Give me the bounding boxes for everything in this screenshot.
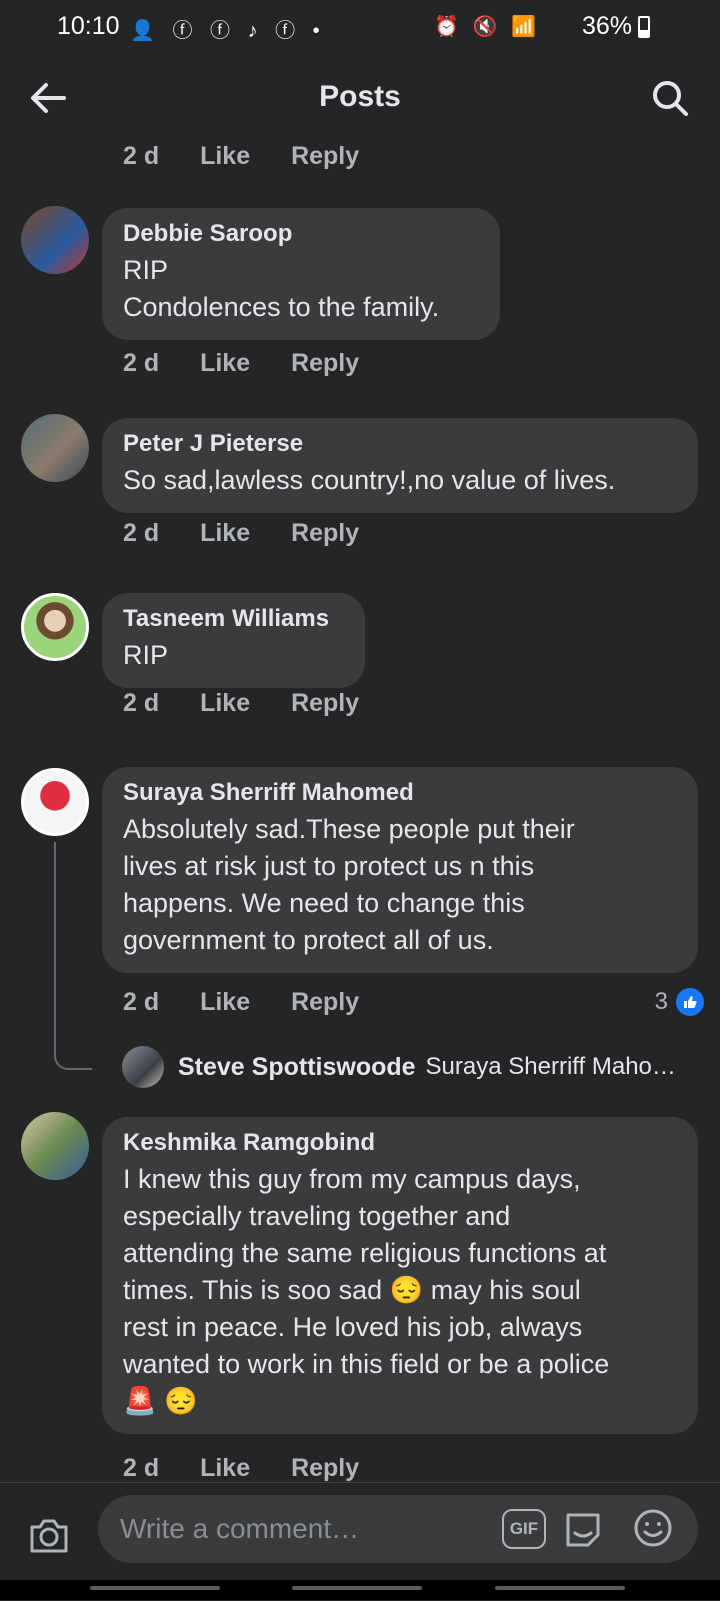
- reply-snippet: Suraya Sherriff Maho…: [425, 1053, 676, 1080]
- comment-text: RIP Condolences to the family.: [123, 255, 440, 322]
- reaction-summary[interactable]: 3: [655, 986, 706, 1018]
- avatar[interactable]: [21, 414, 89, 482]
- comment-text: I knew this guy from my campus days, esp…: [123, 1164, 610, 1416]
- comment-age: 2 d: [123, 689, 160, 717]
- avatar[interactable]: [21, 1112, 89, 1180]
- avatar[interactable]: [21, 768, 89, 836]
- comment-author[interactable]: Peter J Pieterse: [123, 430, 678, 458]
- comment-input[interactable]: Write a comment… GIF: [98, 1495, 698, 1563]
- comment-meta: 2 d Like Reply: [123, 988, 393, 1017]
- comment-bubble: Peter J Pieterse So sad,lawless country!…: [102, 418, 698, 513]
- like-button[interactable]: Like: [200, 988, 250, 1016]
- reply-button[interactable]: Reply: [291, 689, 359, 717]
- battery-percent: 36%: [581, 12, 632, 40]
- comment-meta: 2 d Like Reply: [123, 1454, 393, 1482]
- comment-meta: 2 d Like Reply: [123, 689, 393, 718]
- avatar[interactable]: [21, 593, 89, 661]
- notification-icons: 👤 ⓕ ⓕ ♪ ⓕ •: [130, 20, 326, 42]
- reply-button[interactable]: Reply: [291, 988, 359, 1016]
- comment-author[interactable]: Keshmika Ramgobind: [123, 1129, 678, 1157]
- reply-author: Steve Spottiswoode: [178, 1052, 416, 1081]
- reply-thread-line: [54, 842, 92, 1070]
- like-button[interactable]: Like: [200, 349, 250, 377]
- top-app-bar: Posts: [0, 52, 720, 144]
- comment-age: 2 d: [123, 988, 160, 1016]
- nav-home[interactable]: [292, 1586, 422, 1590]
- nav-recents[interactable]: [90, 1586, 220, 1590]
- status-time: 10:10: [57, 12, 120, 40]
- comment-text: RIP: [123, 640, 169, 670]
- comment-bubble: Tasneem Williams RIP: [102, 593, 365, 688]
- comment-bubble: Debbie Saroop RIP Condolences to the fam…: [102, 208, 500, 340]
- reply-button[interactable]: Reply: [291, 519, 359, 547]
- avatar[interactable]: [21, 206, 89, 274]
- comment-age: 2 d: [123, 519, 160, 547]
- comment-text: Absolutely sad.These people put their li…: [123, 814, 575, 955]
- reply-preview[interactable]: Steve Spottiswoode Suraya Sherriff Maho…: [122, 1046, 676, 1088]
- comment-age: 2 d: [123, 142, 160, 170]
- comment-bubble: Suraya Sherriff Mahomed Absolutely sad.T…: [102, 767, 698, 973]
- comment-meta: 2 d Like Reply: [123, 519, 393, 548]
- avatar: [122, 1046, 164, 1088]
- like-button[interactable]: Like: [200, 519, 250, 547]
- system-nav-bar: [0, 1580, 720, 1600]
- comment-meta: 2 d Like Reply: [123, 349, 393, 378]
- like-button[interactable]: Like: [200, 689, 250, 717]
- comment-input-placeholder: Write a comment…: [120, 1513, 360, 1544]
- comment-author[interactable]: Suraya Sherriff Mahomed: [123, 779, 678, 807]
- thumbs-up-icon: [674, 986, 706, 1018]
- comment-meta: 2 d Like Reply: [123, 142, 393, 171]
- camera-icon[interactable]: [28, 1515, 70, 1555]
- comment-author[interactable]: Tasneem Williams: [123, 605, 345, 633]
- reaction-count: 3: [654, 988, 668, 1015]
- reply-button[interactable]: Reply: [291, 1454, 359, 1482]
- like-button[interactable]: Like: [200, 1454, 250, 1482]
- page-title: Posts: [319, 80, 401, 113]
- comment-text: So sad,lawless country!,no value of live…: [123, 465, 616, 495]
- comment-age: 2 d: [123, 349, 160, 377]
- sticker-icon[interactable]: [562, 1507, 604, 1549]
- comment-author[interactable]: Debbie Saroop: [123, 220, 480, 248]
- battery-icon: [638, 16, 650, 38]
- comment-age: 2 d: [123, 1454, 160, 1482]
- system-icons: ⏰ 🔇 📶: [434, 16, 540, 38]
- status-bar: 10:10 👤 ⓕ ⓕ ♪ ⓕ • 36% ⏰ 🔇 📶: [0, 0, 720, 52]
- gif-button[interactable]: GIF: [502, 1509, 546, 1549]
- search-icon[interactable]: [650, 78, 690, 118]
- reply-button[interactable]: Reply: [291, 349, 359, 377]
- like-button[interactable]: Like: [200, 142, 250, 170]
- reply-button[interactable]: Reply: [291, 142, 359, 170]
- nav-back[interactable]: [495, 1586, 625, 1590]
- emoji-icon[interactable]: [632, 1507, 674, 1549]
- comment-bubble: Keshmika Ramgobind I knew this guy from …: [102, 1117, 698, 1434]
